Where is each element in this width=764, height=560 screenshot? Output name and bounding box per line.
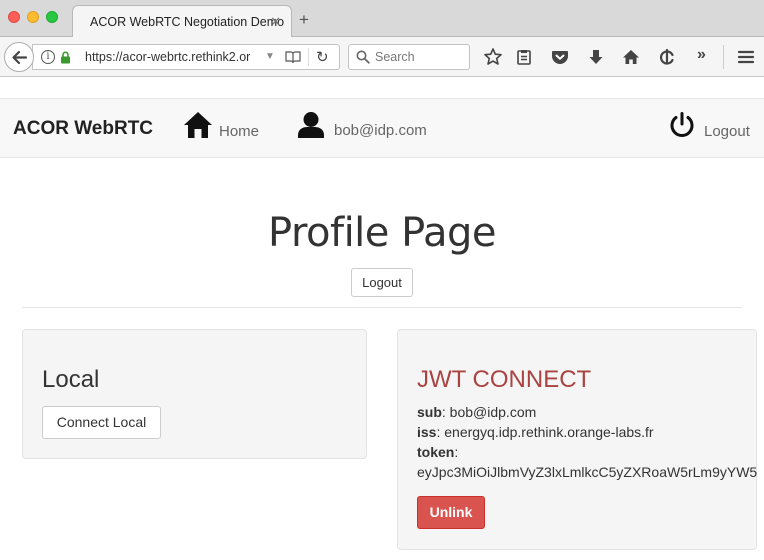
unlink-button[interactable]: Unlink: [417, 496, 485, 529]
bookmark-star-icon[interactable]: [483, 47, 503, 67]
hamburger-menu-icon[interactable]: [736, 47, 756, 67]
browser-tab-bar: ACOR WebRTC Negotiation Demo ✕ +: [0, 0, 764, 38]
nav-user-link[interactable]: bob@idp.com: [334, 122, 427, 139]
local-panel: Local Connect Local: [22, 329, 367, 459]
nav-home-link[interactable]: Home: [219, 123, 259, 140]
divider: [22, 307, 742, 308]
pocket-icon[interactable]: [550, 47, 570, 67]
url-separator: [308, 48, 309, 66]
page-title: Profile Page: [268, 210, 496, 256]
jwt-iss-value: : energyq.idp.rethink.orange-labs.fr: [436, 424, 654, 440]
power-icon[interactable]: [668, 111, 696, 139]
info-icon[interactable]: i: [41, 50, 55, 64]
url-bar[interactable]: i https://acor-webrtc.rethink2.or ▼ ↻: [32, 44, 340, 70]
local-title: Local: [42, 366, 100, 393]
window-minimize-button[interactable]: [27, 11, 39, 23]
sync-icon[interactable]: [657, 47, 677, 67]
browser-tab[interactable]: ACOR WebRTC Negotiation Demo ✕: [72, 5, 292, 38]
browser-toolbar: i https://acor-webrtc.rethink2.or ▼ ↻ Se…: [0, 37, 764, 77]
jwt-title: JWT CONNECT: [417, 366, 592, 393]
nav-logout-link[interactable]: Logout: [704, 123, 750, 140]
tab-close-icon[interactable]: ✕: [270, 14, 281, 30]
new-tab-button[interactable]: +: [299, 10, 309, 30]
download-icon[interactable]: [586, 47, 606, 67]
navbar-brand[interactable]: ACOR WebRTC: [13, 118, 153, 140]
jwt-iss-key: iss: [417, 424, 437, 440]
toolbar-separator: [723, 45, 724, 69]
tab-title: ACOR WebRTC Negotiation Demo: [90, 15, 285, 29]
chevron-down-icon[interactable]: ▼: [265, 51, 275, 62]
lock-icon: [61, 51, 70, 64]
back-arrow-icon: [12, 50, 28, 65]
window-close-button[interactable]: [8, 11, 20, 23]
jwt-sub-key: sub: [417, 404, 442, 420]
window-zoom-button[interactable]: [46, 11, 58, 23]
jwt-iss-line: iss: energyq.idp.rethink.orange-labs.fr: [417, 424, 654, 440]
home-icon[interactable]: [183, 111, 213, 139]
user-icon[interactable]: [297, 111, 325, 139]
jwt-token-line: token:: [417, 444, 459, 460]
url-text[interactable]: https://acor-webrtc.rethink2.or: [85, 50, 260, 64]
home-icon[interactable]: [621, 47, 641, 67]
overflow-icon[interactable]: »: [697, 46, 717, 66]
page-content: ACOR WebRTC Home bob@idp.com Logout Prof…: [0, 78, 764, 560]
logout-button[interactable]: Logout: [351, 268, 413, 297]
back-button[interactable]: [4, 42, 34, 72]
reader-view-icon[interactable]: [285, 50, 301, 64]
jwt-token-key: token: [417, 444, 455, 460]
jwt-token-value: eyJpc3MiOiJlbmVyZ3lxLmlkcC5yZXRoaW5rLm9y…: [417, 464, 757, 480]
jwt-panel: JWT CONNECT sub: bob@idp.com iss: energy…: [397, 329, 757, 550]
search-input[interactable]: Search: [375, 50, 415, 64]
search-icon: [356, 50, 370, 64]
reload-icon[interactable]: ↻: [316, 48, 329, 66]
jwt-sub-line: sub: bob@idp.com: [417, 404, 536, 420]
app-navbar: ACOR WebRTC Home bob@idp.com Logout: [0, 98, 764, 158]
connect-local-button[interactable]: Connect Local: [42, 406, 161, 439]
jwt-sub-value: : bob@idp.com: [441, 404, 537, 420]
reading-list-icon[interactable]: [514, 47, 534, 67]
search-bar[interactable]: Search: [348, 44, 470, 70]
